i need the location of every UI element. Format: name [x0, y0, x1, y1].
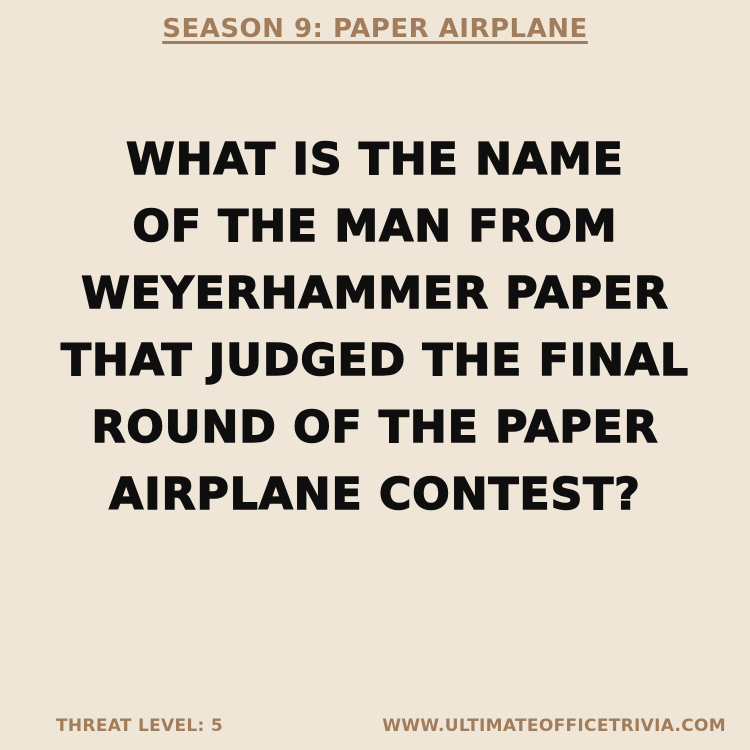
trivia-question: What is the name of the man from Weyerha…: [20, 126, 730, 528]
question-line: Weyerhammer paper: [80, 267, 669, 320]
episode-title-text: Season 9: Paper Airplane: [162, 14, 588, 44]
question-line: airplane contest?: [108, 468, 641, 521]
question-line: that judged the final: [60, 334, 689, 387]
website-link[interactable]: www.ultimateofficetrivia.com: [382, 716, 726, 736]
question-line: round of the paper: [91, 401, 659, 454]
threat-level: Threat Level: 5: [56, 716, 223, 736]
episode-title: Season 9: Paper Airplane: [0, 14, 750, 44]
question-line: What is the name: [125, 133, 624, 186]
question-line: of the man from: [132, 200, 618, 253]
